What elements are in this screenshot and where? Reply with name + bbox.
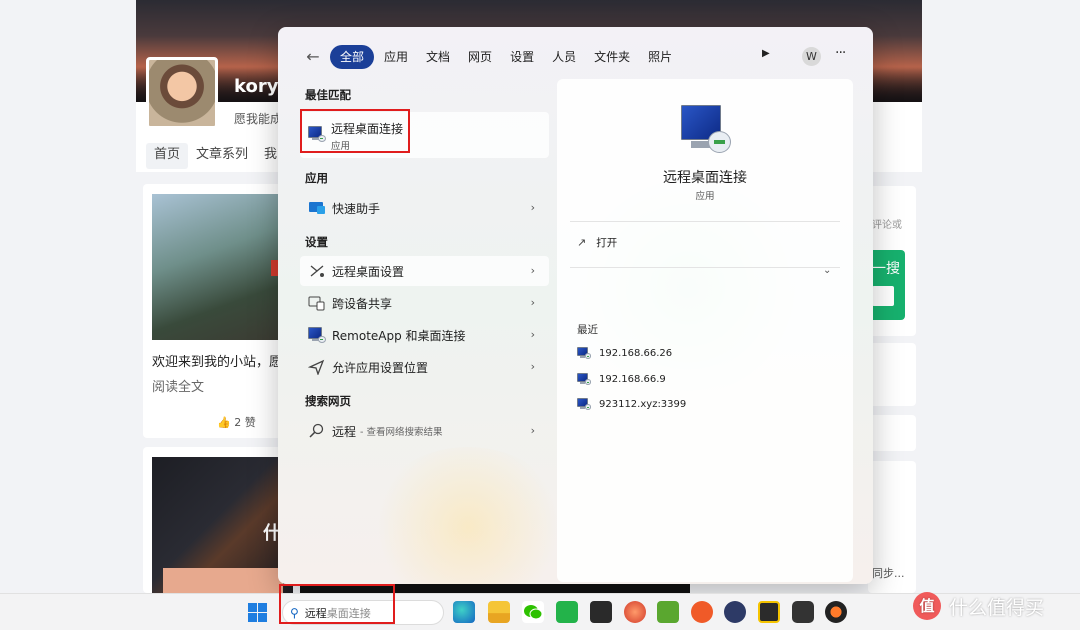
tab-all[interactable]: 全部 (330, 45, 375, 69)
like-count: 2 赞 (234, 416, 256, 429)
open-external-icon: ↗ (577, 236, 587, 249)
avatar[interactable] (146, 57, 218, 129)
web-heading: 搜索网页 (305, 394, 351, 408)
quick-assist-icon (308, 200, 326, 216)
watermark: 值什么值得买 (913, 592, 1044, 620)
search-icon (308, 423, 326, 439)
taskbar-highlight-box (279, 584, 395, 624)
filter-tabs: ← 全部 应用 文档 网页 设置 人员 文件夹 照片 (300, 44, 682, 70)
read-more-link[interactable]: 阅读全文 (152, 376, 204, 395)
open-label: 打开 (596, 237, 618, 249)
windows-start-icon[interactable] (248, 603, 267, 622)
chevron-right-icon[interactable]: › (531, 296, 535, 309)
result-share-devices[interactable]: 跨设备共享 › (300, 288, 549, 318)
recent-label: 192.168.66.9 (599, 373, 666, 385)
share-devices-icon (308, 295, 326, 311)
post-card-2[interactable]: 什 (143, 447, 293, 593)
terminal-icon[interactable] (590, 601, 612, 623)
search-menu: ← 全部 应用 文档 网页 设置 人员 文件夹 照片 ▶ W ··· 最佳匹配 … (278, 27, 873, 584)
tab-settings[interactable]: 设置 (502, 45, 542, 69)
bilibili-icon[interactable] (792, 601, 814, 623)
detail-pane: 远程桌面连接 应用 ↗ 打开 ⌄ 最近 192.168.66.26 192.168… (557, 79, 853, 582)
remote-desktop-settings-icon (308, 263, 326, 279)
media-player-icon[interactable] (825, 601, 847, 623)
result-label: RemoteApp 和桌面连接 (332, 328, 466, 343)
side-hint: 评论或 (872, 220, 902, 231)
side-card (868, 415, 916, 451)
red-swirl-icon[interactable] (624, 601, 646, 623)
result-label: 快速助手 (332, 201, 381, 216)
file-explorer-icon[interactable] (488, 601, 510, 623)
best-match-heading: 最佳匹配 (305, 88, 351, 102)
app-icon[interactable] (758, 601, 780, 623)
location-icon (307, 359, 326, 376)
divider (570, 267, 840, 268)
chevron-right-icon[interactable]: › (531, 328, 535, 341)
chevron-right-icon[interactable]: › (531, 264, 535, 277)
result-remote-desktop-settings[interactable]: 远程桌面设置 › (300, 256, 549, 286)
result-quick-assist[interactable]: 快速助手 › (300, 193, 549, 223)
tab-apps[interactable]: 应用 (376, 45, 416, 69)
green-app-icon[interactable] (556, 601, 578, 623)
tab-photos[interactable]: 照片 (640, 45, 680, 69)
chevron-right-icon[interactable]: › (531, 201, 535, 214)
open-action[interactable]: ↗ 打开 (577, 235, 617, 250)
nav-series[interactable]: 文章系列 (188, 143, 256, 169)
highlight-box (300, 109, 410, 153)
pen-icon[interactable] (691, 601, 713, 623)
post-card[interactable]: 欢迎来到我的小站，愿 阅读全文 👍 2 赞 (143, 184, 293, 438)
detail-subtitle: 应用 (695, 191, 715, 202)
remote-desktop-large-icon (681, 105, 731, 153)
remote-desktop-icon (577, 398, 591, 410)
apps-heading: 应用 (305, 171, 328, 185)
play-more-tabs-icon[interactable]: ▶ (762, 48, 770, 59)
settings-heading: 设置 (305, 235, 328, 249)
web-hint: - 查看网络搜索结果 (360, 427, 443, 438)
nav-home[interactable]: 首页 (146, 143, 189, 169)
chevron-right-icon[interactable]: › (531, 424, 535, 437)
detail-title: 远程桌面连接 (663, 170, 747, 186)
tab-folders[interactable]: 文件夹 (586, 45, 638, 69)
result-label: 允许应用设置位置 (332, 360, 429, 375)
like-button[interactable]: 👍 2 赞 (217, 414, 256, 430)
edge-icon[interactable] (453, 601, 475, 623)
post-excerpt: 欢迎来到我的小站，愿 (152, 355, 283, 370)
chevron-right-icon[interactable]: › (531, 360, 535, 373)
green-doc-icon[interactable] (657, 601, 679, 623)
recent-item[interactable]: 192.168.66.26 (577, 347, 672, 359)
side-search-card: 评论或 一搜 (868, 186, 916, 336)
side-card (868, 343, 916, 406)
chevron-down-icon[interactable]: ⌄ (823, 265, 831, 276)
back-arrow-icon[interactable]: ← (300, 44, 326, 70)
recent-item[interactable]: 923112.xyz:3399 (577, 398, 686, 410)
result-web-search[interactable]: 远程 - 查看网络搜索结果 › (300, 416, 549, 446)
recent-heading: 最近 (577, 324, 598, 336)
remoteapp-icon (308, 327, 326, 343)
side-card: 同步... (868, 461, 916, 593)
side-search-button[interactable]: 一搜 (868, 250, 905, 320)
remote-desktop-icon (577, 373, 591, 385)
blog-nav: 首页 文章系列 我 (146, 143, 285, 169)
tab-documents[interactable]: 文档 (418, 45, 458, 69)
recent-label: 192.168.66.26 (599, 347, 673, 359)
more-options-icon[interactable]: ··· (835, 45, 846, 61)
recent-label: 923112.xyz:3399 (599, 398, 687, 410)
result-label: 跨设备共享 (332, 296, 393, 311)
remote-desktop-icon (577, 347, 591, 359)
result-label: 远程桌面设置 (332, 264, 405, 279)
user-avatar[interactable]: W (802, 47, 821, 66)
post-image-strip (163, 568, 283, 593)
watermark-text: 什么值得买 (949, 596, 1045, 619)
divider (570, 221, 840, 222)
cat-icon[interactable] (724, 601, 746, 623)
tab-web[interactable]: 网页 (460, 45, 500, 69)
web-query: 远程 (332, 424, 357, 439)
side-footer: 同步... (872, 567, 905, 580)
motto-text: 愿我能成 (234, 112, 283, 126)
tab-people[interactable]: 人员 (544, 45, 584, 69)
watermark-logo: 值 (913, 592, 941, 620)
result-remoteapp[interactable]: RemoteApp 和桌面连接 › (300, 320, 549, 350)
result-location[interactable]: 允许应用设置位置 › (300, 352, 549, 382)
recent-item[interactable]: 192.168.66.9 (577, 373, 666, 385)
